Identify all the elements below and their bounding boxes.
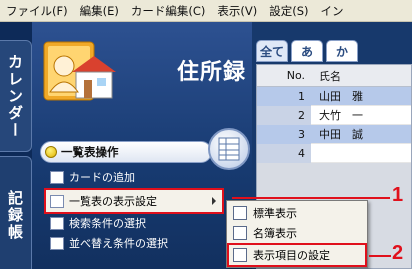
row-no: 3	[257, 125, 311, 144]
section-label: 一覧表操作	[61, 145, 119, 159]
row-name: 中田 誠	[311, 125, 411, 144]
menu-truncated[interactable]: イン	[320, 3, 343, 19]
menu-item-list-display-settings[interactable]: 一覧表の表示設定	[44, 188, 224, 214]
search-list-icon	[50, 216, 64, 230]
menu-item-label: 一覧表の表示設定	[69, 195, 157, 208]
table-row[interactable]: 1 山田 雅	[257, 87, 411, 106]
row-name: 大竹 一	[311, 106, 411, 125]
callout-line-1	[232, 197, 390, 199]
section-header-list-ops[interactable]: 一覧表操作	[40, 141, 212, 163]
column-header-name[interactable]: 氏名	[311, 68, 341, 84]
list-header: No. 氏名	[257, 65, 411, 87]
roster-view-icon	[233, 226, 247, 240]
menu-item-search-conditions[interactable]: 検索条件の選択	[50, 214, 146, 232]
submenu-item-label: 標準表示	[253, 207, 297, 220]
submenu-item-label: 名簿表示	[253, 227, 297, 240]
grid-icon	[218, 137, 240, 161]
callout-number-2: 2	[392, 242, 404, 264]
submenu-item-roster-view[interactable]: 名簿表示	[229, 223, 365, 243]
callout-number-1: 1	[392, 184, 404, 206]
menu-item-add-card[interactable]: カードの追加	[50, 168, 135, 186]
menu-settings[interactable]: 設定(S)	[269, 3, 308, 19]
row-no: 1	[257, 87, 311, 106]
app-screen: カレンダー 記録帳 住所録 一覧表操作 カードの追加 一覧表の表示設定 検索条件…	[0, 22, 412, 269]
submenu-item-standard-view[interactable]: 標準表示	[229, 203, 365, 223]
yellow-dot-icon	[45, 146, 57, 158]
card-icon	[50, 170, 64, 184]
menu-file[interactable]: ファイル(F)	[6, 3, 68, 19]
menu-item-label: 検索条件の選択	[69, 217, 146, 230]
row-no: 2	[257, 106, 311, 125]
submenu-item-label: 表示項目の設定	[253, 249, 330, 262]
column-header-no[interactable]: No.	[257, 69, 311, 82]
sidetab-record[interactable]: 記録帳	[0, 156, 32, 269]
row-no: 4	[257, 144, 311, 163]
menu-edit[interactable]: 編集(E)	[80, 3, 119, 19]
menu-item-sort-conditions[interactable]: 並べ替え条件の選択	[50, 234, 168, 252]
menu-card-edit[interactable]: カード編集(C)	[131, 3, 206, 19]
table-row[interactable]: 3 中田 誠	[257, 125, 411, 144]
display-fields-icon	[233, 248, 247, 262]
tab-all[interactable]: 全て	[256, 40, 288, 62]
left-panel: 住所録 一覧表操作 カードの追加 一覧表の表示設定 検索条件の選択 並べ替え条件…	[32, 22, 252, 269]
sort-icon	[50, 236, 64, 250]
menu-view[interactable]: 表示(V)	[217, 3, 257, 19]
list-view-round-button[interactable]	[208, 128, 250, 170]
tab-ka[interactable]: か	[326, 40, 358, 62]
table-row[interactable]: 4	[257, 144, 411, 163]
sidetab-calendar[interactable]: カレンダー	[0, 40, 32, 152]
menu-bar: ファイル(F) 編集(E) カード編集(C) 表示(V) 設定(S) イン	[0, 0, 412, 22]
standard-view-icon	[233, 206, 247, 220]
page-title: 住所録	[177, 60, 247, 85]
tab-a[interactable]: あ	[291, 40, 323, 62]
menu-item-label: 並べ替え条件の選択	[69, 237, 168, 250]
index-tabs: 全て あ か	[256, 40, 358, 62]
display-settings-submenu: 標準表示 名簿表示 表示項目の設定	[226, 200, 368, 268]
callout-line-2	[369, 255, 391, 257]
address-book-logo-icon	[38, 28, 118, 108]
table-icon	[50, 194, 64, 208]
row-name: 山田 雅	[311, 87, 411, 106]
row-name	[311, 144, 411, 163]
submenu-arrow-icon	[212, 197, 216, 205]
menu-item-label: カードの追加	[69, 171, 135, 184]
submenu-item-display-fields[interactable]: 表示項目の設定	[227, 243, 367, 267]
table-row[interactable]: 2 大竹 一	[257, 106, 411, 125]
